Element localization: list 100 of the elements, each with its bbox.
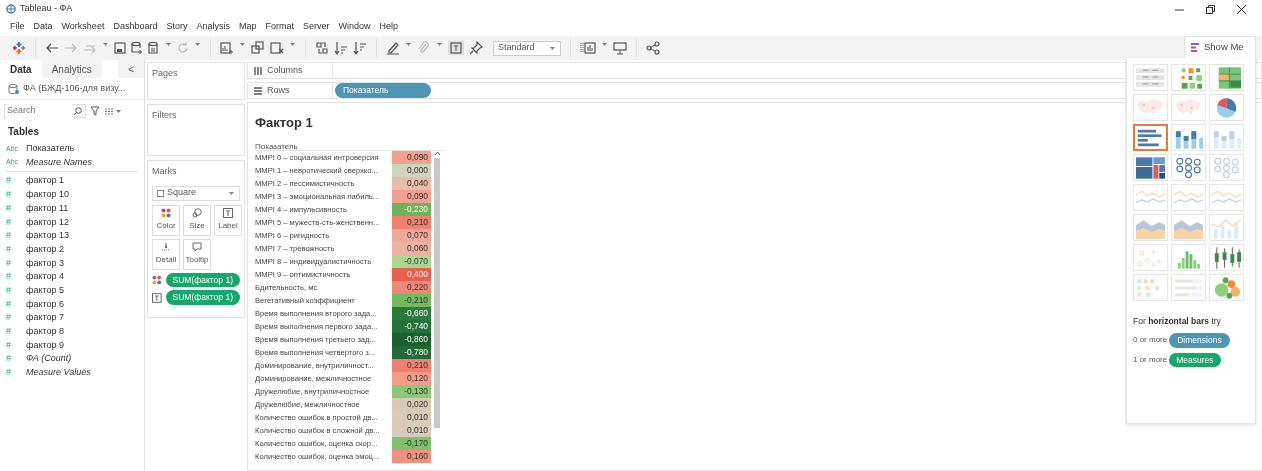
column-header: Показатель <box>255 141 298 151</box>
detail-icon <box>161 242 171 252</box>
paperclip-icon[interactable] <box>417 41 431 55</box>
rows-icon <box>253 85 263 96</box>
field-item[interactable]: фактор 11 <box>26 201 69 216</box>
text-label-icon[interactable] <box>448 41 464 55</box>
label-button[interactable]: Label <box>214 204 242 236</box>
clear-sheet-icon[interactable] <box>270 41 284 55</box>
color-dots-icon <box>161 208 171 218</box>
size-button[interactable]: Size <box>183 204 211 236</box>
menu-item[interactable]: Format <box>265 20 294 34</box>
field-type-icon: # <box>6 201 20 216</box>
show-cards-icon[interactable] <box>580 41 596 55</box>
menu-item[interactable]: Dashboard <box>113 20 158 34</box>
text-label-icon <box>152 292 162 303</box>
close-icon[interactable] <box>1237 4 1246 14</box>
fit-dropdown[interactable]: Standard <box>493 40 561 56</box>
collapse-button[interactable]: < <box>118 60 144 78</box>
field-item[interactable]: Measure Values <box>26 366 91 380</box>
field-item[interactable]: фактор 8 <box>26 325 64 339</box>
columns-icon <box>253 65 263 76</box>
caret-icon <box>228 189 235 197</box>
field-type-icon: # <box>6 352 20 366</box>
field-item[interactable]: фактор 13 <box>26 229 69 243</box>
sort-ascending-icon[interactable] <box>334 41 348 55</box>
shelf-label: Rows <box>267 83 290 97</box>
field-item[interactable]: фактор 3 <box>26 256 64 271</box>
menu-item[interactable]: Worksheet <box>61 20 105 34</box>
tables-heading: Tables <box>7 125 40 139</box>
field-item[interactable]: фактор 7 <box>26 311 64 325</box>
new-worksheet-icon[interactable] <box>220 41 234 55</box>
menu-item[interactable]: Story <box>166 20 188 34</box>
field-type-icon: # <box>6 283 20 298</box>
mark-type-dropdown[interactable]: Square <box>152 185 240 201</box>
field-type-icon: # <box>6 325 20 339</box>
size-icon <box>192 208 202 218</box>
field-type-icon: # <box>6 366 20 380</box>
menu-item[interactable]: Data <box>33 20 53 34</box>
filter-icon[interactable] <box>90 106 100 116</box>
square-icon <box>157 189 164 197</box>
field-item[interactable]: фактор 10 <box>26 188 69 202</box>
duplicate-icon[interactable] <box>251 41 265 55</box>
field-item[interactable]: фактор 4 <box>26 270 64 284</box>
tableau-logo-icon[interactable] <box>12 41 26 55</box>
detail-button[interactable]: Detail <box>152 238 180 270</box>
caret-icon <box>549 44 556 52</box>
view-options-icon[interactable] <box>104 106 122 116</box>
color-dots-icon <box>152 274 162 285</box>
pin-icon[interactable] <box>469 41 483 55</box>
field-item[interactable]: фактор 5 <box>26 283 64 298</box>
requirement-text: 0 or more <box>1133 334 1168 347</box>
scrollbar-thumb[interactable] <box>434 157 440 428</box>
refresh-icon[interactable] <box>177 41 189 55</box>
show-me-tab[interactable]: Show Me <box>1184 36 1256 58</box>
scroll-up-icon[interactable] <box>433 150 441 156</box>
swap-axes-icon[interactable] <box>315 41 329 55</box>
field-item[interactable]: ФА (Count) <box>26 352 72 366</box>
menu-item[interactable]: Help <box>379 20 399 34</box>
shelf-label: Columns <box>267 63 303 77</box>
restore-icon[interactable] <box>1206 4 1215 14</box>
pen-icon[interactable] <box>386 41 400 55</box>
field-item[interactable]: фактор 6 <box>26 297 64 312</box>
sort-descending-icon[interactable] <box>353 41 367 55</box>
field-type-icon: # <box>6 270 20 284</box>
database-icon <box>8 83 19 94</box>
field-item[interactable]: Показатель <box>26 142 75 156</box>
color-button[interactable]: Color <box>152 204 180 236</box>
tooltip-button[interactable]: Tooltip <box>183 238 211 270</box>
requirement-text: 1 or more <box>1133 353 1168 366</box>
pause-data-icon[interactable] <box>148 41 160 55</box>
dimension-pill: Dimensions <box>1169 332 1230 348</box>
field-item[interactable]: фактор 1 <box>26 174 64 188</box>
field-item[interactable]: Measure Names <box>26 155 93 170</box>
share-icon[interactable] <box>646 41 660 55</box>
search-field[interactable]: Search <box>4 104 86 118</box>
field-item[interactable]: фактор 2 <box>26 242 64 257</box>
add-data-source-icon[interactable] <box>131 41 143 55</box>
field-type-icon: # <box>6 256 20 271</box>
tableau-logo-icon <box>6 4 16 14</box>
field-type-icon: # <box>6 229 20 243</box>
bar-chart-icon <box>1191 43 1200 52</box>
forward-arrow-icon[interactable] <box>64 41 78 55</box>
chart-type-button[interactable] <box>1133 124 1168 151</box>
menu-item[interactable]: Window <box>338 20 371 34</box>
card-title: Filters <box>152 109 177 122</box>
menu-item[interactable]: File <box>10 20 25 34</box>
menu-item[interactable]: Analysis <box>196 20 230 34</box>
back-arrow-icon[interactable] <box>45 41 59 55</box>
menu-item[interactable]: Map <box>238 20 257 34</box>
sheet-title: Фактор 1 <box>255 114 314 132</box>
field-type-icon: # <box>6 297 20 312</box>
save-icon[interactable] <box>114 41 126 55</box>
data-source-name[interactable]: ФА (БЖД-106-для визу... <box>23 81 126 96</box>
field-item[interactable]: фактор 12 <box>26 215 69 230</box>
field-item[interactable]: фактор 9 <box>26 338 64 353</box>
pane-tab[interactable]: Analytics <box>41 60 102 78</box>
presentation-icon[interactable] <box>613 41 627 55</box>
menu-item[interactable]: Server <box>303 20 330 34</box>
measure-pill: Measures <box>1169 352 1221 368</box>
field-type-icon: # <box>6 188 20 202</box>
